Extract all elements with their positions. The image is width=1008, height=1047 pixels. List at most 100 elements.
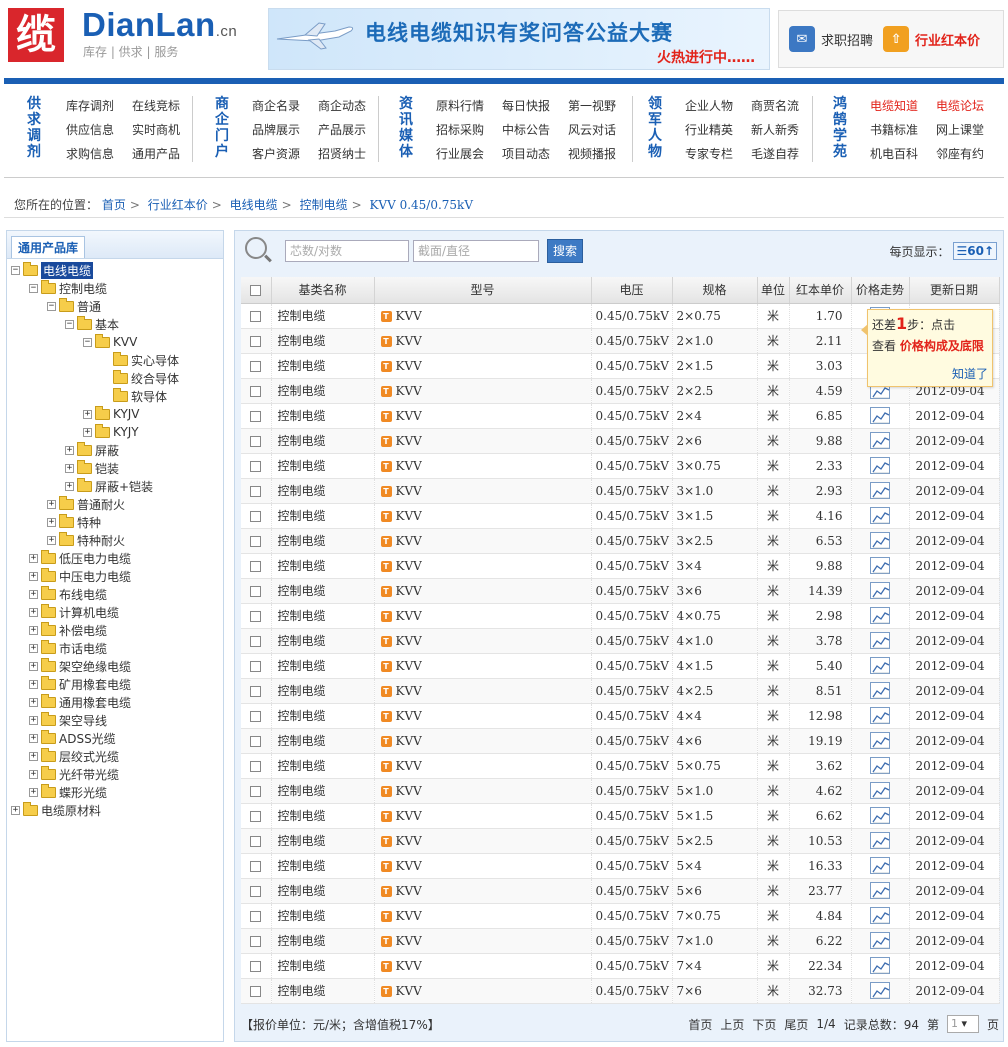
tab-product-library[interactable]: 通用产品库 [11,236,86,258]
row-checkbox-cell[interactable] [241,778,272,804]
table-row[interactable]: 控制电缆 T KVV 0.45/0.75kV 4×4 米 12.98 2012-09-04 [241,703,1000,729]
model-cell[interactable]: T KVV [374,953,592,979]
model-cell[interactable]: T KVV [374,928,592,954]
row-checkbox-cell[interactable] [241,453,272,479]
model-cell[interactable]: T KVV [374,478,592,504]
table-row[interactable]: 控制电缆 T KVV 0.45/0.75kV 5×0.75 米 3.62 2012-09-04 [241,753,1000,779]
prev-page-link[interactable]: 上页 [720,1016,744,1033]
nav-section-title[interactable]: 领军人物 [647,96,663,160]
trend-cell[interactable] [851,628,910,654]
table-row[interactable]: 控制电缆 T KVV 0.45/0.75kV 5×6 米 23.77 2012-09-04 [241,878,1000,904]
table-row[interactable]: 控制电缆 T KVV 0.45/0.75kV 7×0.75 米 4.84 2012-09-04 [241,903,1000,929]
nav-link[interactable]: 商企动态 [318,98,384,114]
row-checkbox-cell[interactable] [241,653,272,679]
jobs-link[interactable]: ✉ 求职招聘 [789,26,873,52]
row-checkbox-cell[interactable] [241,528,272,554]
model-cell[interactable]: T KVV [374,453,592,479]
model-cell[interactable]: T KVV [374,503,592,529]
trend-chart-icon[interactable] [870,482,890,499]
row-checkbox-cell[interactable] [241,953,272,979]
nav-section-title[interactable]: 供求调剂 [26,96,42,160]
nav-link[interactable]: 供应信息 [66,122,132,138]
expand-icon[interactable]: + [29,625,38,635]
trend-chart-icon[interactable] [870,407,890,424]
table-row[interactable]: 控制电缆 T KVV 0.45/0.75kV 7×6 米 32.73 2012-09-04 [241,978,1000,1004]
model-cell[interactable]: T KVV [374,853,592,879]
expand-icon[interactable]: + [29,733,38,743]
row-checkbox-cell[interactable] [241,628,272,654]
model-cell[interactable]: T KVV [374,578,592,604]
nav-link[interactable]: 机电百科 [870,146,936,162]
tree-item[interactable]: + 架空绝缘电缆 [29,657,131,675]
tree-item[interactable]: + KYJY [83,423,139,441]
first-page-link[interactable]: 首页 [688,1016,712,1033]
trend-cell[interactable] [851,528,910,554]
nav-link[interactable]: 新人新秀 [751,122,817,138]
nav-link[interactable]: 商企名录 [252,98,318,114]
nav-link[interactable]: 每日快报 [502,98,568,114]
row-checkbox-cell[interactable] [241,878,272,904]
tree-item[interactable]: + 屏蔽 [65,441,119,459]
nav-link[interactable]: 通用产品 [132,146,198,162]
nav-link[interactable]: 中标公告 [502,122,568,138]
table-row[interactable]: 控制电缆 T KVV 0.45/0.75kV 3×0.75 米 2.33 2012-09-04 [241,453,1000,479]
tree-item[interactable]: + 蝶形光缆 [29,783,107,801]
nav-link[interactable]: 专家专栏 [685,146,751,162]
logo-icon[interactable]: 缆 [8,8,64,62]
model-cell[interactable]: T KVV [374,553,592,579]
nav-link[interactable]: 招贤纳士 [318,146,384,162]
row-checkbox-cell[interactable] [241,478,272,504]
row-checkbox-cell[interactable] [241,753,272,779]
expand-icon[interactable]: + [29,643,38,653]
expand-icon[interactable]: + [29,607,38,617]
nav-link[interactable]: 毛遂自荐 [751,146,817,162]
nav-section-title[interactable]: 资讯媒体 [398,96,414,160]
table-row[interactable]: 控制电缆 T KVV 0.45/0.75kV 5×4 米 16.33 2012-09-04 [241,853,1000,879]
nav-section-title[interactable]: 商企门户 [214,96,230,160]
nav-link[interactable]: 商贾名流 [751,98,817,114]
model-cell[interactable]: T KVV [374,978,592,1004]
trend-chart-icon[interactable] [870,507,890,524]
tree-item[interactable]: + 矿用橡套电缆 [29,675,131,693]
expand-icon[interactable]: + [11,805,20,815]
model-cell[interactable]: T KVV [374,603,592,629]
model-cell[interactable]: T KVV [374,728,592,754]
tree-item[interactable]: + 层绞式光缆 [29,747,119,765]
redbook-price-link[interactable]: ⇧ 行业红本价 [883,26,980,52]
row-checkbox-cell[interactable] [241,328,272,354]
trend-cell[interactable] [851,878,910,904]
table-row[interactable]: 控制电缆 T KVV 0.45/0.75kV 3×4 米 9.88 2012-09-04 [241,553,1000,579]
row-checkbox-cell[interactable] [241,803,272,829]
model-cell[interactable]: T KVV [374,828,592,854]
table-row[interactable]: 控制电缆 T KVV 0.45/0.75kV 2×4 米 6.85 2012-09-04 [241,403,1000,429]
row-checkbox-cell[interactable] [241,503,272,529]
collapse-icon[interactable]: − [29,283,38,293]
trend-chart-icon[interactable] [870,882,890,899]
nav-link[interactable]: 在线竞标 [132,98,198,114]
model-cell[interactable]: T KVV [374,678,592,704]
tree-item[interactable]: − KVV [83,333,137,351]
expand-icon[interactable]: + [83,427,92,437]
collapse-icon[interactable]: − [47,301,56,311]
trend-cell[interactable] [851,903,910,929]
expand-icon[interactable]: + [29,697,38,707]
tree-item[interactable]: + ADSS光缆 [29,729,116,747]
row-checkbox-cell[interactable] [241,703,272,729]
row-checkbox-cell[interactable] [241,553,272,579]
table-row[interactable]: 控制电缆 T KVV 0.45/0.75kV 2×6 米 9.88 2012-09-04 [241,428,1000,454]
table-row[interactable]: 控制电缆 T KVV 0.45/0.75kV 3×1.5 米 4.16 2012-09-04 [241,503,1000,529]
trend-cell[interactable] [851,678,910,704]
tree-item[interactable]: − 电线电缆 [11,261,94,279]
nav-link[interactable]: 电缆知道 [870,98,936,114]
model-cell[interactable]: T KVV [374,378,592,404]
price-breakdown-link[interactable]: 价格构成及底限 [900,339,984,353]
expand-icon[interactable]: + [29,751,38,761]
model-cell[interactable]: T KVV [374,328,592,354]
trend-cell[interactable] [851,403,910,429]
trend-chart-icon[interactable] [870,682,890,699]
tooltip-dismiss-link[interactable]: 知道了 [952,365,988,382]
expand-icon[interactable]: + [47,517,56,527]
trend-chart-icon[interactable] [870,557,890,574]
expand-icon[interactable]: + [47,499,56,509]
trend-chart-icon[interactable] [870,832,890,849]
